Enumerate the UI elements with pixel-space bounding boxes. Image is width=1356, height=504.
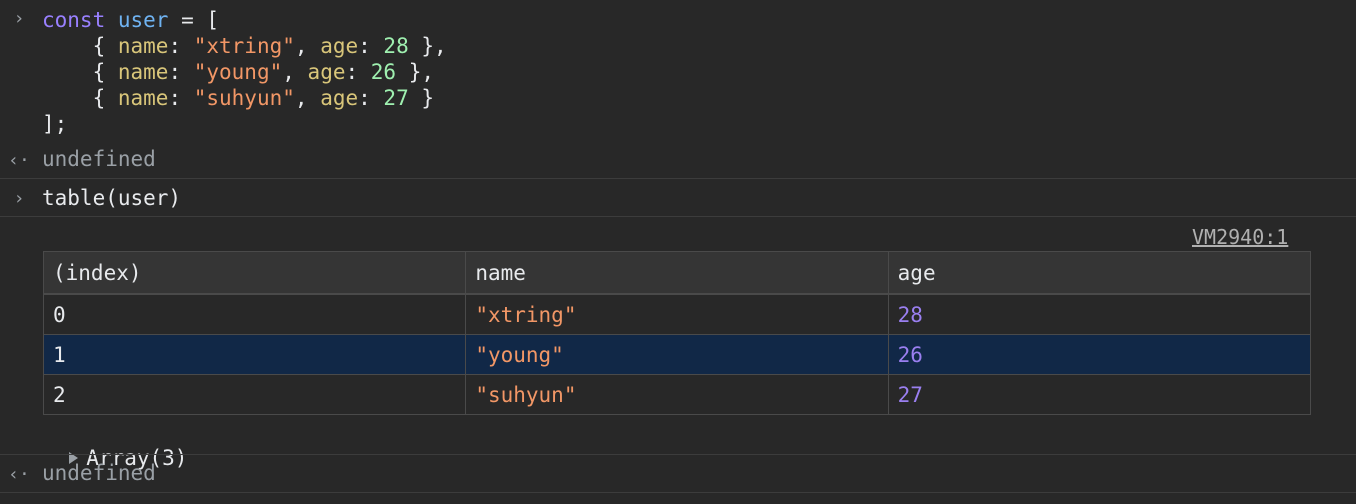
result-undefined-2: undefined xyxy=(42,461,156,485)
prompt-chevron-icon: › xyxy=(13,188,25,209)
table-row[interactable]: 0 "xtring" 28 xyxy=(42,293,1312,335)
table-cell-index: 0 xyxy=(42,293,467,335)
table-row[interactable]: 1 "young" 26 xyxy=(42,334,1312,375)
prompt-chevron-icon: › xyxy=(13,8,25,29)
console-table: (index) name age 0 "xtring" 28 1 "young"… xyxy=(42,251,1312,415)
code-line-1: const user = [ xyxy=(42,7,219,33)
table-cell-age: 27 xyxy=(887,374,1312,415)
table-cell-age: 28 xyxy=(887,293,1312,335)
table-header-name[interactable]: name xyxy=(465,251,889,295)
variable-user: user xyxy=(117,8,169,32)
divider xyxy=(0,454,1356,455)
divider xyxy=(0,216,1356,217)
table-cell-name: "young" xyxy=(465,334,889,375)
code-line-4: { name: "suhyun", age: 27 } xyxy=(42,86,435,110)
table-header-row: (index) name age xyxy=(42,251,1312,295)
divider xyxy=(0,492,1356,493)
code-line-2: { name: "xtring", age: 28 }, xyxy=(42,34,447,58)
assign-op: = [ xyxy=(168,8,220,32)
code-line-3: { name: "young", age: 26 }, xyxy=(42,60,435,84)
table-cell-name: "suhyun" xyxy=(465,374,889,415)
table-cell-age: 26 xyxy=(887,334,1312,375)
source-link[interactable]: VM2940:1 xyxy=(1192,225,1288,249)
table-header-index[interactable]: (index) xyxy=(42,251,467,295)
result-undefined-1: undefined xyxy=(42,147,156,171)
table-header-age[interactable]: age xyxy=(887,251,1312,295)
table-row[interactable]: 2 "suhyun" 27 xyxy=(42,374,1312,415)
table-cell-index: 2 xyxy=(42,374,467,415)
keyword-const: const xyxy=(42,8,106,32)
code-table-call: table(user) xyxy=(42,186,182,210)
divider xyxy=(0,178,1356,179)
table-cell-name: "xtring" xyxy=(465,293,889,335)
table-cell-index: 1 xyxy=(42,334,467,375)
result-arrow-icon: ‹· xyxy=(8,464,30,485)
code-line-5: ]; xyxy=(42,112,68,136)
result-arrow-icon: ‹· xyxy=(8,150,30,171)
